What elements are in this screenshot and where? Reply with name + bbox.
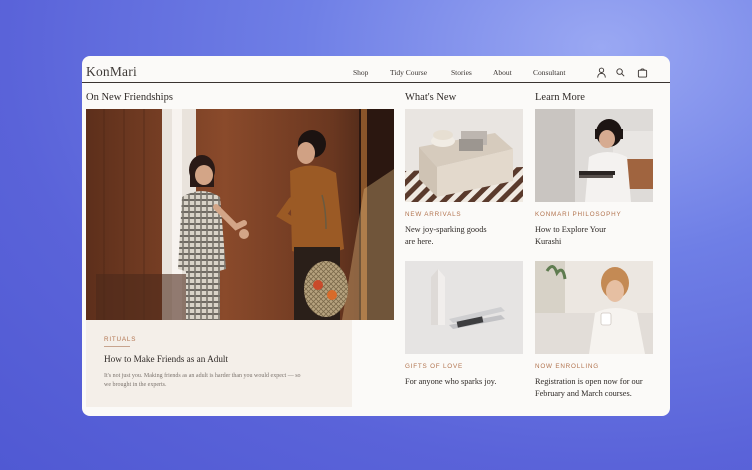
featured-excerpt-line-1: It's not just you. Making friends as an … bbox=[104, 373, 301, 379]
featured-article-card[interactable]: RITUALS How to Make Friends as an Adult … bbox=[86, 320, 352, 407]
now-enrolling-text-line-2[interactable]: February and March courses. bbox=[535, 388, 632, 400]
konmari-browser-card: KonMari Shop Tidy Course Stories About C… bbox=[82, 56, 670, 416]
now-enrolling-text-line-1[interactable]: Registration is open now for our bbox=[535, 376, 643, 388]
konmari-philosophy-text-line-1[interactable]: How to Explore Your bbox=[535, 224, 606, 236]
nav-item-stories[interactable]: Stories bbox=[451, 68, 472, 77]
now-enrolling-image[interactable] bbox=[535, 261, 653, 354]
nav-item-consultant[interactable]: Consultant bbox=[533, 68, 566, 77]
now-enrolling-label[interactable]: NOW ENROLLING bbox=[535, 363, 599, 370]
konmari-logo[interactable]: KonMari bbox=[86, 64, 137, 80]
nav-item-tidy-course[interactable]: Tidy Course bbox=[390, 68, 427, 77]
gifts-of-love-label[interactable]: GIFTS OF LOVE bbox=[405, 363, 463, 370]
whats-new-section-title: What's New bbox=[405, 92, 457, 103]
nav-item-about[interactable]: About bbox=[493, 68, 512, 77]
featured-category-rule bbox=[104, 346, 130, 347]
top-navigation: KonMari Shop Tidy Course Stories About C… bbox=[82, 56, 670, 83]
search-icon[interactable] bbox=[615, 67, 626, 78]
learn-more-section-title: Learn More bbox=[535, 92, 585, 103]
new-arrivals-text-line-1[interactable]: New joy-sparking goods bbox=[405, 224, 487, 236]
konmari-philosophy-label[interactable]: KONMARI PHILOSOPHY bbox=[535, 211, 621, 218]
gifts-of-love-text[interactable]: For anyone who sparks joy. bbox=[405, 376, 496, 388]
cart-icon[interactable] bbox=[637, 67, 648, 78]
featured-section-title: On New Friendships bbox=[86, 92, 173, 103]
new-arrivals-text-line-2[interactable]: are here. bbox=[405, 236, 434, 248]
featured-headline[interactable]: How to Make Friends as an Adult bbox=[104, 353, 228, 365]
konmari-philosophy-image[interactable] bbox=[535, 109, 653, 202]
gifts-of-love-image[interactable] bbox=[405, 261, 523, 354]
account-icon[interactable] bbox=[596, 67, 607, 78]
nav-item-shop[interactable]: Shop bbox=[353, 68, 368, 77]
konmari-philosophy-text-line-2[interactable]: Kurashi bbox=[535, 236, 561, 248]
new-arrivals-label[interactable]: NEW ARRIVALS bbox=[405, 211, 461, 218]
new-arrivals-image[interactable] bbox=[405, 109, 523, 202]
featured-hero-image[interactable] bbox=[86, 109, 394, 320]
featured-excerpt-line-2: we brought in the experts. bbox=[104, 382, 167, 388]
featured-category-label[interactable]: RITUALS bbox=[104, 336, 136, 343]
